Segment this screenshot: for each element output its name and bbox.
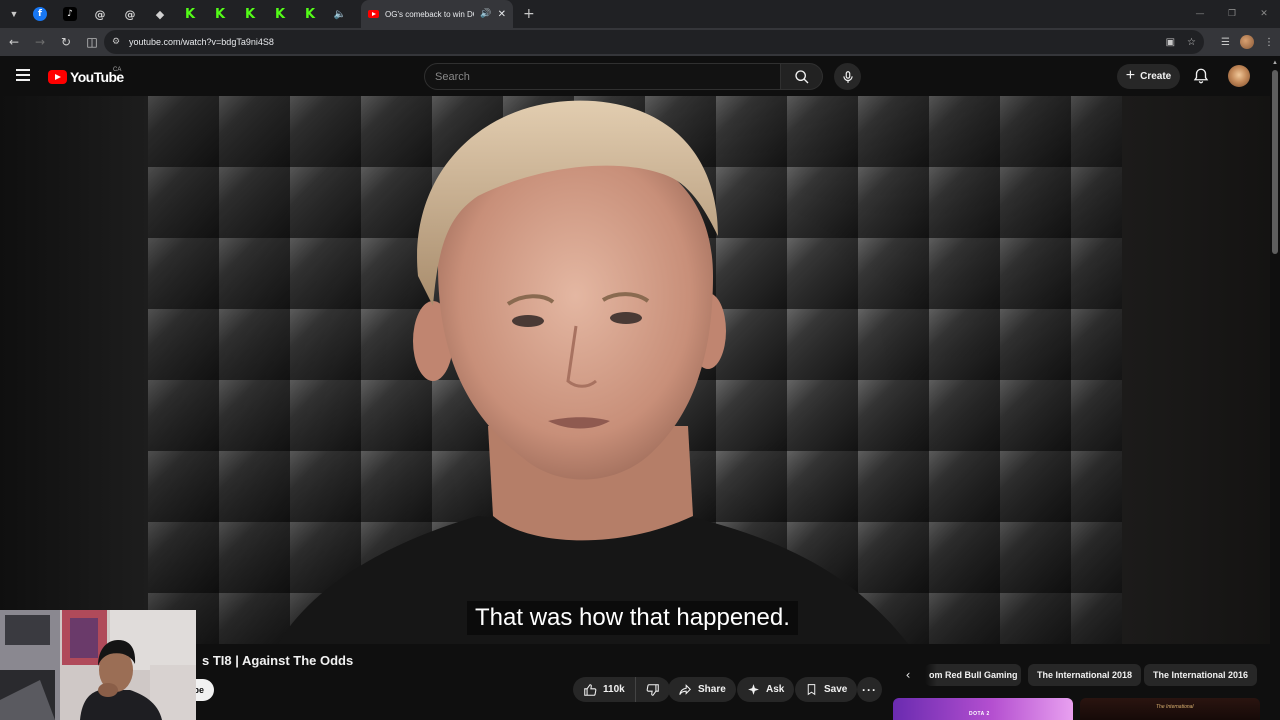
reload-button[interactable]: ↻ [54, 30, 78, 54]
active-tab[interactable]: OG's comeback to win DOTA 🔊 ✕ [361, 0, 513, 28]
kick-icon: K [244, 6, 256, 22]
ambient-right [1122, 96, 1270, 644]
sparkle-icon [748, 684, 759, 695]
dislike-button[interactable] [636, 677, 670, 702]
facebook-icon: f [33, 7, 47, 21]
more-actions-button[interactable]: ··· [857, 677, 882, 702]
bookmark-star-icon[interactable]: ☆ [1187, 37, 1196, 48]
thumbs-up-icon [584, 683, 597, 696]
like-button[interactable]: 110k [573, 677, 636, 702]
tab-close-icon[interactable]: ✕ [498, 9, 506, 20]
pinned-tab-kick-2[interactable]: K [205, 1, 235, 27]
address-url[interactable]: youtube.com/watch?v=bdgTa9ni4S8 [129, 37, 274, 47]
youtube-favicon-icon [368, 10, 379, 18]
search-button[interactable] [781, 63, 823, 90]
browser-menu-icon[interactable]: ⋮ [1264, 37, 1274, 48]
threads-icon: @ [124, 7, 136, 21]
side-panel-button[interactable]: ◫ [80, 30, 104, 54]
create-label: Create [1140, 71, 1172, 82]
video-player[interactable] [148, 96, 1122, 644]
address-bar[interactable]: ⚙ youtube.com/watch?v=bdgTa9ni4S8 ▣ ☆ [104, 30, 1204, 54]
ambient-left [0, 96, 148, 644]
close-window-icon[interactable]: ✕ [1248, 0, 1280, 28]
plus-icon: + [1125, 66, 1136, 84]
search-icon [794, 69, 808, 83]
kick-icon: K [214, 6, 226, 22]
microphone-icon [842, 70, 853, 83]
kick-icon: K [184, 6, 196, 22]
create-button[interactable]: + Create [1117, 64, 1180, 89]
like-count: 110k [603, 684, 625, 695]
share-label: Share [698, 684, 726, 695]
tab-search-icon[interactable]: ▼ [3, 3, 25, 25]
media-controls-icon[interactable]: ☰ [1221, 37, 1230, 48]
scrollbar-thumb[interactable] [1272, 70, 1278, 254]
pinned-tab-tiktok[interactable]: ♪ [55, 1, 85, 27]
save-button[interactable]: Save [795, 677, 858, 702]
share-icon [679, 683, 691, 695]
webcam-overlay [0, 610, 196, 720]
pinned-tab-kick-4[interactable]: K [265, 1, 295, 27]
pinned-tab-facebook[interactable]: f [25, 1, 55, 27]
diamond-icon: ◆ [155, 7, 165, 21]
back-button[interactable]: ← [2, 30, 26, 54]
pinned-tab-diamond[interactable]: ◆ [145, 1, 175, 27]
account-avatar[interactable] [1228, 65, 1250, 87]
chip-the-international-2018[interactable]: The International 2018 [1028, 664, 1142, 686]
youtube-play-icon [48, 70, 67, 84]
pinned-tab-audio[interactable]: 🔈 [325, 1, 355, 27]
like-dislike-group: 110k [573, 677, 670, 702]
ask-label: Ask [766, 684, 785, 695]
chip-the-international-2016[interactable]: The International 2016 [1144, 664, 1258, 686]
active-tab-title: OG's comeback to win DOTA [385, 9, 474, 19]
country-code: CA [113, 67, 122, 73]
speaker-icon: 🔈 [333, 8, 347, 20]
voice-search-button[interactable] [834, 63, 861, 90]
share-button[interactable]: Share [668, 677, 736, 702]
kick-icon: K [304, 6, 316, 22]
minimize-icon[interactable]: — [1184, 0, 1216, 28]
tab-audio-icon[interactable]: 🔊 [480, 9, 491, 19]
kick-icon: K [274, 6, 286, 22]
related-video-thumbnail-2[interactable]: The International [1080, 698, 1260, 720]
browser-tab-strip: ▼ f ♪ @ @ ◆ K K K K K 🔈 OG's comeback to… [0, 0, 1280, 28]
browser-toolbar: ← → ↻ ◫ ⚙ youtube.com/watch?v=bdgTa9ni4S… [0, 28, 1280, 56]
video-subtitle: That was how that happened. [467, 601, 798, 635]
scroll-up-arrow-icon[interactable]: ▲ [1272, 60, 1278, 66]
forward-button[interactable]: → [28, 30, 52, 54]
ask-button[interactable]: Ask [737, 677, 795, 702]
pinned-tab-kick-1[interactable]: K [175, 1, 205, 27]
video-title: s TI8 | Against The Odds [202, 653, 354, 668]
tiktok-icon: ♪ [63, 7, 77, 21]
pinned-tab-kick-3[interactable]: K [235, 1, 265, 27]
threads-icon: @ [94, 7, 106, 21]
chips-previous-arrow-icon[interactable]: ‹ [899, 665, 917, 685]
search-input[interactable] [435, 70, 780, 83]
install-app-icon[interactable]: ▣ [1166, 37, 1175, 48]
restore-icon[interactable]: ❐ [1216, 0, 1248, 28]
window-controls: — ❐ ✕ [1184, 0, 1280, 28]
bookmark-icon [807, 684, 816, 696]
thumbnail-1-text: DOTA 2 [969, 711, 990, 717]
thumbs-down-icon [646, 683, 659, 696]
notifications-bell-icon[interactable] [1192, 67, 1210, 85]
pinned-tab-kick-5[interactable]: K [295, 1, 325, 27]
profile-avatar[interactable] [1240, 35, 1254, 49]
guide-menu-icon[interactable] [16, 69, 30, 81]
pinned-tab-threads-1[interactable]: @ [85, 1, 115, 27]
related-video-thumbnail-1[interactable]: DOTA 2 [893, 698, 1073, 720]
pinned-tab-threads-2[interactable]: @ [115, 1, 145, 27]
thumbnail-2-text: The International [1156, 704, 1194, 710]
more-dots-icon: ··· [862, 682, 877, 697]
search-box[interactable] [424, 63, 781, 90]
new-tab-button[interactable]: + [523, 6, 535, 22]
save-label: Save [824, 684, 848, 695]
site-info-icon[interactable]: ⚙ [112, 37, 128, 47]
chip-from-red-bull-gaming[interactable]: om Red Bull Gaming [925, 664, 1021, 686]
